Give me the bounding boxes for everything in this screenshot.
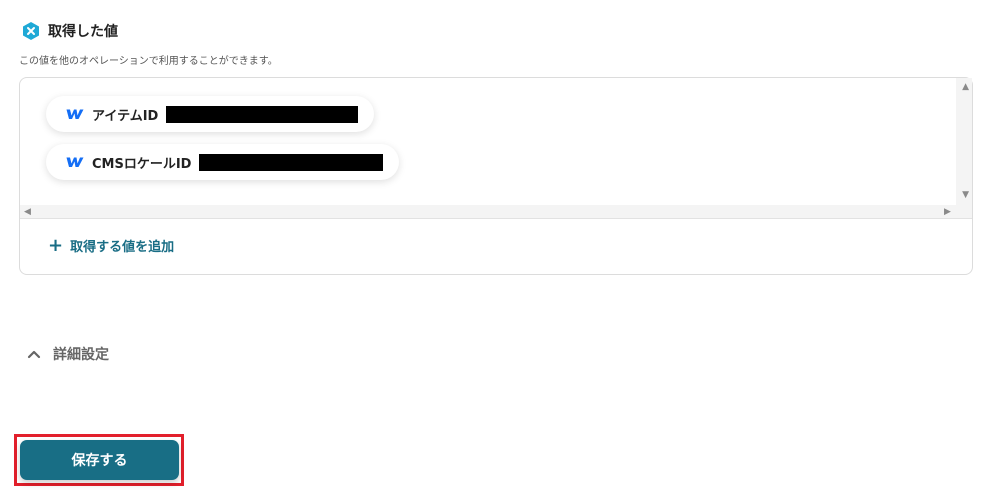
scroll-left-arrow-icon[interactable]: ◀ <box>24 207 31 217</box>
section-title: 取得した値 <box>48 24 118 40</box>
advanced-settings-toggle[interactable]: 詳細設定 <box>27 344 109 364</box>
hexagon-x-icon <box>23 22 39 40</box>
horizontal-scrollbar[interactable] <box>20 205 972 218</box>
acquired-values-panel: アイテムID CMSロケールID ▲ ▼ ◀ ▶ + 取得する値を追加 <box>19 77 973 275</box>
value-chip-label: アイテムID <box>92 108 159 124</box>
redacted-value <box>166 105 359 123</box>
section-description: この値を他のオペレーションで利用することができます。 <box>19 56 278 67</box>
plus-icon: + <box>48 234 64 256</box>
vertical-scrollbar[interactable] <box>956 78 972 205</box>
value-chips-area: アイテムID CMSロケールID ▲ ▼ ◀ ▶ <box>20 78 972 219</box>
advanced-settings-label: 詳細設定 <box>53 347 109 363</box>
value-chip[interactable]: アイテムID <box>46 96 375 132</box>
value-chip[interactable]: CMSロケールID <box>46 144 400 180</box>
scroll-right-arrow-icon[interactable]: ▶ <box>944 207 951 217</box>
section-header: 取得した値 <box>21 21 118 41</box>
chevron-up-icon <box>27 350 41 359</box>
scroll-up-arrow-icon[interactable]: ▲ <box>962 82 969 92</box>
add-value-button[interactable]: + 取得する値を追加 <box>48 236 174 255</box>
webflow-icon <box>66 109 84 119</box>
redacted-value <box>199 153 384 171</box>
webflow-icon <box>66 157 84 167</box>
scroll-down-arrow-icon[interactable]: ▼ <box>962 190 969 200</box>
save-button[interactable]: 保存する <box>20 440 179 480</box>
value-chip-label: CMSロケールID <box>92 156 192 172</box>
add-value-label: 取得する値を追加 <box>70 240 175 255</box>
